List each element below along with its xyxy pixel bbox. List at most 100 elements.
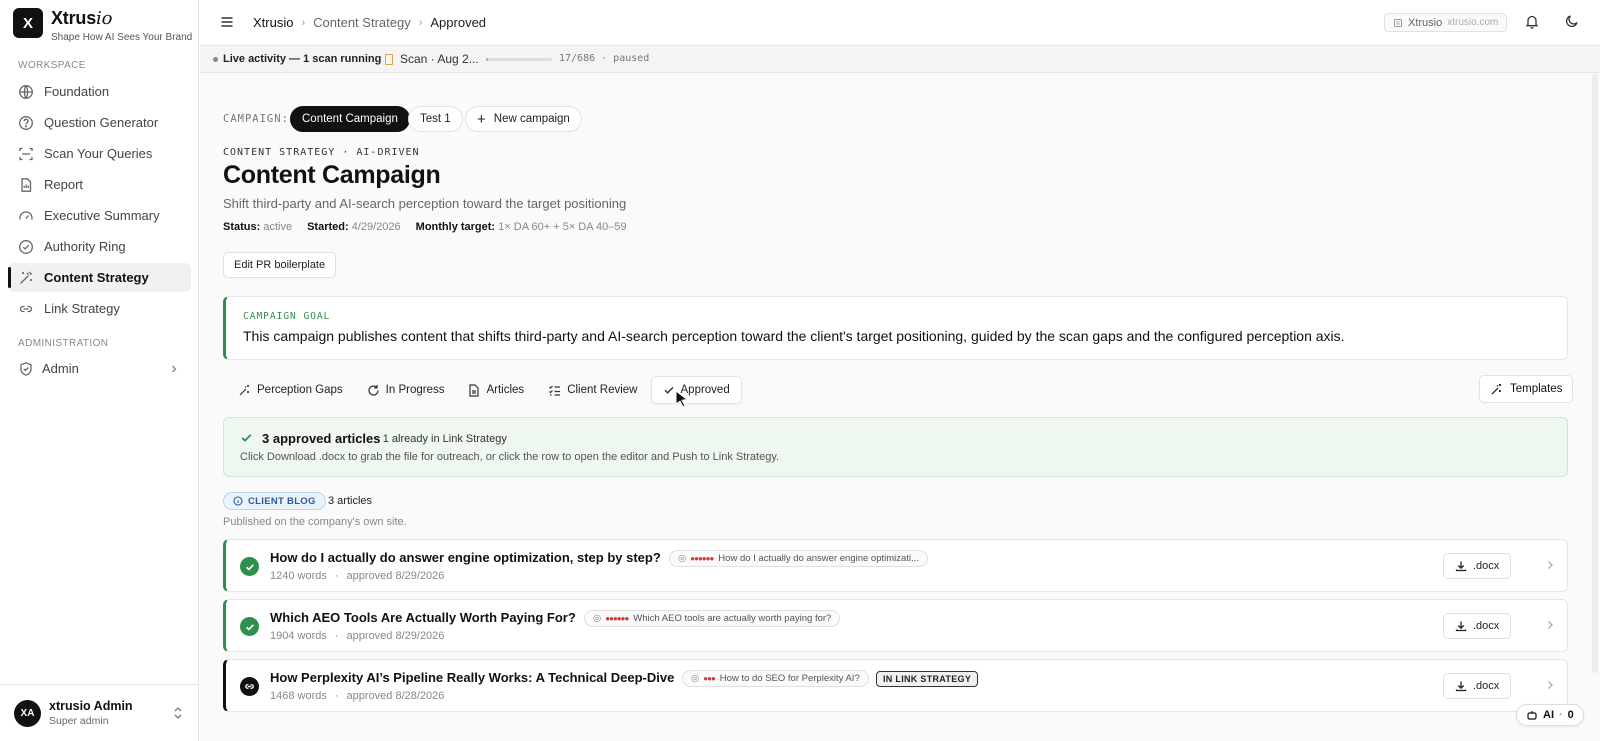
table-row[interactable]: Which AEO Tools Are Actually Worth Payin… (223, 599, 1568, 652)
approved-date: approved 8/28/2026 (346, 690, 445, 702)
administration-section-label: ADMINISTRATION (18, 338, 109, 349)
approved-status-icon (240, 617, 259, 636)
shield-icon (20, 361, 32, 376)
sidebar-item-authority-ring[interactable]: Authority Ring (8, 232, 191, 261)
mouse-cursor-icon (675, 390, 689, 408)
article-title[interactable]: How Perplexity AI’s Pipeline Really Work… (270, 670, 674, 685)
live-activity-bar[interactable]: Live activity — 1 scan running Scan · Au… (200, 46, 1600, 73)
article-title[interactable]: Which AEO Tools Are Actually Worth Payin… (270, 610, 576, 625)
tab-perception-gaps[interactable]: Perception Gaps (227, 376, 354, 404)
main-content: CAMPAIGN: Content Campaign Test 1 + New … (200, 73, 1600, 741)
bell-icon[interactable] (1525, 14, 1539, 29)
workspace-domain-chip[interactable]: Xtrusio xtrusio.com (1384, 13, 1508, 32)
brand[interactable]: X Xtrusio Shape How AI Sees Your Brand (13, 8, 192, 43)
user-role: Super admin (49, 715, 109, 727)
status-key: Status: (223, 221, 261, 233)
sidebar-item-question-generator[interactable]: Question Generator (8, 108, 191, 137)
building-icon (1394, 18, 1402, 27)
workspace-domain: xtrusio.com (1447, 17, 1499, 28)
breadcrumb-item-current: Approved (430, 15, 487, 30)
campaign-goal-label: CAMPAIGN GOAL (243, 311, 331, 322)
edit-pr-boilerplate-button[interactable]: Edit PR boilerplate (223, 252, 337, 278)
scrollbar[interactable] (1592, 73, 1598, 673)
page-subtitle: Shift third-party and AI-search percepti… (223, 196, 627, 211)
sidebar-item-executive-summary[interactable]: Executive Summary (8, 201, 191, 230)
globe-icon (19, 84, 33, 99)
sidebar-item-label: Authority Ring (44, 239, 126, 254)
magic-wand-icon (20, 271, 32, 284)
check-circle-icon (19, 239, 33, 254)
scan-progress-bar (486, 58, 552, 61)
breadcrumb-item-section[interactable]: Content Strategy (313, 15, 411, 30)
sidebar-item-foundation[interactable]: Foundation (8, 77, 191, 106)
chevron-right-icon: › (301, 16, 306, 29)
tab-client-review[interactable]: Client Review (537, 376, 648, 404)
scan-icon (19, 147, 33, 160)
campaign-pill-content-campaign[interactable]: Content Campaign (290, 106, 410, 132)
workspace-name: Xtrusio (1408, 16, 1443, 29)
download-docx-button[interactable]: .docx (1443, 673, 1512, 699)
target-icon: ◎ (678, 553, 687, 564)
sidebar-item-label: Scan Your Queries (44, 146, 153, 161)
sidebar-item-label: Link Strategy (44, 301, 120, 316)
info-circle-icon (233, 496, 243, 506)
download-docx-button[interactable]: .docx (1443, 553, 1512, 579)
approved-date: approved 8/29/2026 (346, 630, 445, 642)
scan-file-icon (385, 54, 393, 65)
brand-name: Xtrusio (51, 8, 113, 29)
download-icon (1455, 621, 1467, 632)
workspace-section-label: WORKSPACE (18, 60, 86, 71)
magic-wand-icon (1491, 383, 1501, 394)
query-text: Which AEO tools are actually worth payin… (633, 613, 832, 624)
tab-approved[interactable]: Approved (650, 376, 742, 404)
table-row[interactable]: How Perplexity AI’s Pipeline Really Work… (223, 659, 1568, 712)
scan-label: Scan · Aug 2... (400, 52, 479, 66)
breadcrumb: Xtrusio › Content Strategy › Approved (253, 15, 486, 30)
started-key: Started: (307, 221, 349, 233)
monthly-target-key: Monthly target: (415, 221, 496, 233)
sidebar-item-report[interactable]: Report (8, 170, 191, 199)
chevron-right-icon (172, 365, 177, 372)
query-score-dots: ●●●●●● (605, 614, 629, 623)
tab-in-progress[interactable]: In Progress (356, 376, 456, 404)
breadcrumb-item-workspace[interactable]: Xtrusio (253, 15, 293, 30)
sidebar-item-scan-your-queries[interactable]: Scan Your Queries (8, 139, 191, 168)
download-docx-button[interactable]: .docx (1443, 613, 1512, 639)
new-campaign-button[interactable]: + New campaign (465, 106, 582, 132)
templates-button[interactable]: Templates (1479, 375, 1574, 403)
approved-count-title: 3 approved articles (262, 431, 381, 446)
campaign-meta: Status: active Started: 4/29/2026 Monthl… (223, 221, 642, 233)
article-title[interactable]: How do I actually do answer engine optim… (270, 550, 661, 565)
campaign-pill-test-1[interactable]: Test 1 (408, 106, 463, 132)
approved-link-strategy-note: · 1 already in Link Strategy (376, 433, 507, 445)
tab-articles[interactable]: Articles (457, 376, 535, 404)
moon-icon[interactable] (1565, 14, 1579, 28)
brand-tagline: Shape How AI Sees Your Brand (51, 32, 193, 43)
sidebar-item-content-strategy[interactable]: Content Strategy (8, 263, 191, 292)
question-circle-icon (19, 115, 33, 130)
chevron-up-down-icon (174, 707, 182, 719)
campaign-label: CAMPAIGN: (223, 113, 289, 125)
sidebar-item-admin[interactable]: Admin (8, 354, 191, 383)
menu-icon[interactable] (220, 15, 234, 29)
approved-summary-banner: 3 approved articles · 1 already in Link … (223, 417, 1568, 477)
campaign-goal-card: CAMPAIGN GOAL This campaign publishes co… (223, 296, 1568, 360)
table-row[interactable]: How do I actually do answer engine optim… (223, 539, 1568, 592)
sidebar-item-link-strategy[interactable]: Link Strategy (8, 294, 191, 323)
sidebar-item-label: Question Generator (44, 115, 159, 130)
approved-status-icon (240, 557, 259, 576)
target-icon: ◎ (691, 673, 700, 684)
chevron-right-icon (1548, 621, 1553, 629)
sidebar-item-label: Admin (42, 361, 79, 376)
check-icon (664, 386, 673, 394)
document-icon (469, 383, 480, 397)
link-strategy-status-icon (240, 677, 259, 696)
report-icon (21, 177, 32, 192)
gauge-icon (19, 210, 33, 220)
target-icon: ◎ (593, 613, 602, 624)
top-bar: Xtrusio › Content Strategy › Approved Xt… (200, 0, 1600, 46)
ai-assistant-chip[interactable]: AI · 0 (1516, 704, 1584, 726)
query-chip: ◎ ●●●●●● Which AEO tools are actually wo… (584, 610, 841, 627)
article-meta: 1904 words · approved 8/29/2026 (270, 630, 445, 642)
user-menu[interactable]: XA xtrusio Admin Super admin (0, 684, 199, 741)
